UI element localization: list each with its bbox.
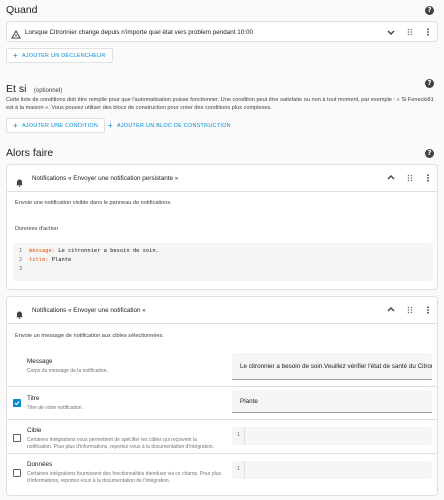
notification-icon bbox=[15, 174, 24, 187]
line-number: 1 bbox=[19, 248, 23, 254]
help-icon[interactable]: ? bbox=[425, 79, 434, 88]
action-card-notification: Notifications « Envoyer une notification… bbox=[6, 296, 438, 496]
more-vert-icon[interactable] bbox=[423, 305, 433, 315]
more-vert-icon[interactable] bbox=[423, 27, 433, 37]
drag-handle-icon[interactable] bbox=[405, 27, 415, 37]
action-title: Notifications « Envoyer une notification… bbox=[32, 306, 146, 314]
trigger-title: Lorsque Citronnier change depuis n'impor… bbox=[25, 29, 254, 36]
field-label-message: Message bbox=[27, 358, 53, 365]
optional-label: (optionnel) bbox=[33, 88, 63, 94]
field-desc-title: Titre de votre notification. bbox=[27, 405, 83, 411]
yaml-key: title bbox=[29, 257, 46, 263]
check-icon bbox=[14, 401, 20, 406]
chevron-up-icon[interactable] bbox=[386, 305, 396, 315]
plus-icon: + bbox=[13, 50, 18, 60]
section-title-when: Quand bbox=[6, 4, 38, 16]
section-title-then-do: Alors faire bbox=[6, 147, 54, 159]
line-number: 3 bbox=[19, 266, 23, 272]
field-label-target: Cible bbox=[27, 427, 42, 434]
add-building-block-button[interactable]: + AJOUTER UN BLOC DE CONSTRUCTION bbox=[102, 118, 237, 133]
title-input[interactable]: Plante bbox=[232, 390, 432, 413]
drag-handle-icon[interactable] bbox=[405, 305, 415, 315]
action-card-persistent-notification: Notifications « Envoyer une notification… bbox=[6, 164, 438, 290]
line-number: 2 bbox=[19, 257, 23, 263]
field-desc-message: Corps du message de la notification. bbox=[27, 368, 108, 374]
divider bbox=[7, 191, 437, 192]
conditions-description: Cette liste de conditions doit être remp… bbox=[6, 97, 434, 111]
line-number: 1 bbox=[237, 432, 241, 438]
add-condition-label: AJOUTER UNE CONDITION bbox=[21, 122, 99, 129]
divider bbox=[7, 323, 437, 324]
message-input[interactable]: Le citronnier a besoin de soin.Veuillez … bbox=[232, 353, 432, 380]
help-icon[interactable]: ? bbox=[425, 6, 434, 15]
plus-icon: + bbox=[13, 120, 18, 130]
yaml-value: Le citronnier a besoin de soin. bbox=[54, 248, 159, 254]
field-label-data: Données bbox=[27, 461, 53, 468]
trigger-state-icon bbox=[11, 27, 21, 45]
action-header[interactable]: Notifications « Envoyer une notification… bbox=[7, 165, 437, 191]
data-editor[interactable]: 1 bbox=[232, 461, 432, 479]
notification-icon bbox=[15, 306, 24, 319]
help-icon[interactable]: ? bbox=[425, 149, 434, 158]
yaml-editor[interactable]: 1 message: Le citronnier a besoin de soi… bbox=[13, 243, 433, 281]
chevron-down-icon[interactable] bbox=[386, 27, 396, 37]
divider bbox=[7, 419, 437, 420]
line-number: 1 bbox=[237, 466, 241, 472]
target-checkbox[interactable] bbox=[13, 434, 21, 442]
divider bbox=[7, 386, 437, 387]
drag-handle-icon[interactable] bbox=[405, 173, 415, 183]
section-title-and-if: Et si bbox=[6, 83, 27, 95]
action-description: Envoie une notification visible dans le … bbox=[15, 200, 172, 206]
yaml-key: message bbox=[29, 248, 52, 254]
target-editor[interactable]: 1 bbox=[232, 427, 432, 445]
field-label-title: Titre bbox=[27, 395, 40, 402]
add-block-label: AJOUTER UN BLOC DE CONSTRUCTION bbox=[116, 122, 231, 129]
more-vert-icon[interactable] bbox=[423, 173, 433, 183]
action-header[interactable]: Notifications « Envoyer une notification… bbox=[7, 297, 437, 323]
add-trigger-label: AJOUTER UN DÉCLENCHEUR bbox=[21, 52, 106, 59]
chevron-up-icon[interactable] bbox=[386, 173, 396, 183]
trigger-card[interactable]: Lorsque Citronnier change depuis n'impor… bbox=[6, 21, 438, 42]
divider bbox=[7, 453, 437, 454]
add-trigger-button[interactable]: + AJOUTER UN DÉCLENCHEUR bbox=[6, 48, 113, 63]
field-desc-target: Certaines intégrations vous permettent d… bbox=[27, 437, 215, 450]
action-description: Envoie un message de notification aux ci… bbox=[15, 333, 164, 339]
yaml-value: Plante bbox=[48, 257, 72, 263]
title-checkbox[interactable] bbox=[13, 399, 21, 407]
add-condition-button[interactable]: + AJOUTER UNE CONDITION bbox=[6, 118, 106, 133]
field-desc-data: Certaines intégrations fournissent des f… bbox=[27, 471, 222, 484]
action-title: Notifications « Envoyer une notification… bbox=[32, 174, 179, 182]
action-data-label: Données d'action bbox=[15, 226, 59, 232]
plus-icon: + bbox=[108, 120, 113, 130]
data-checkbox[interactable] bbox=[13, 469, 21, 477]
